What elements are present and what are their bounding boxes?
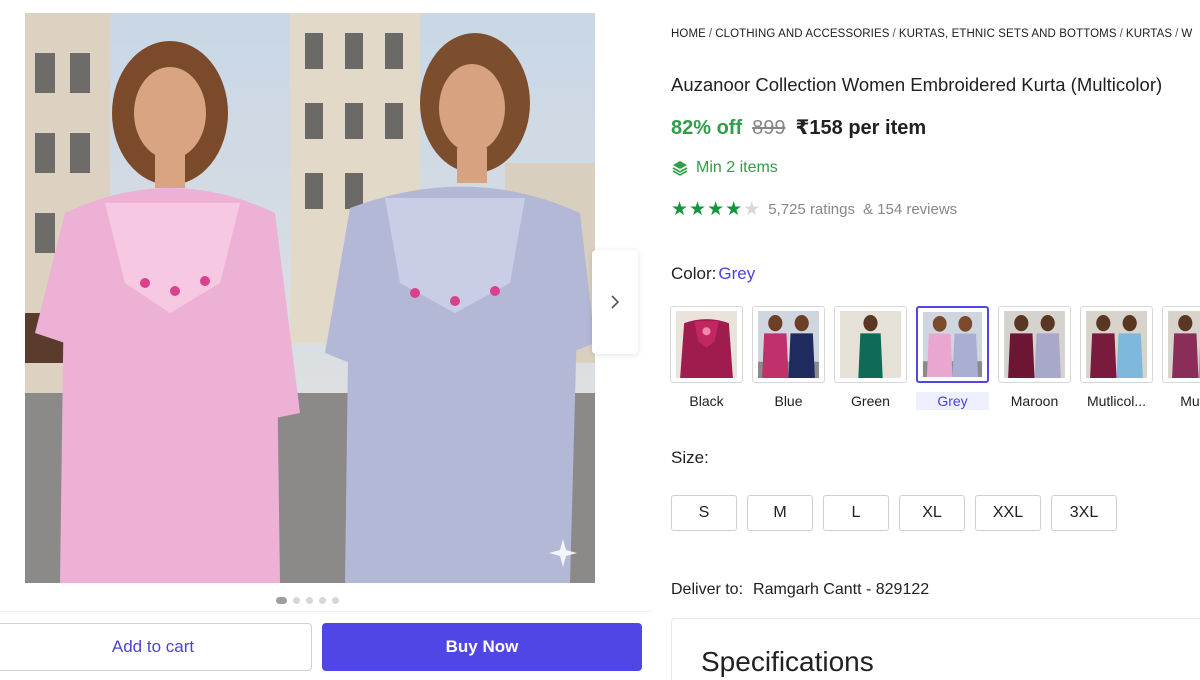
swatch-thumbnail — [670, 306, 743, 383]
delivery-address: Ramgarh Cantt - 829122 — [753, 581, 930, 598]
swatch-image — [922, 312, 983, 377]
breadcrumb-separator: / — [892, 28, 896, 40]
swatch-thumbnail — [834, 306, 907, 383]
rating-row[interactable]: ★ ★ ★ ★ ★ 5,725 ratings & 154 reviews — [671, 200, 957, 219]
breadcrumb-women[interactable]: W — [1181, 28, 1192, 40]
add-to-cart-button[interactable]: Add to cart — [0, 623, 312, 671]
color-label-text: Color: — [671, 264, 717, 283]
min-items-text: Min 2 items — [696, 159, 778, 176]
breadcrumb-clothing[interactable]: CLOTHING AND ACCESSORIES — [715, 28, 889, 40]
swatch-thumbnail — [1080, 306, 1153, 383]
product-photo — [25, 13, 595, 583]
swatch-label: Maroon — [1010, 393, 1059, 409]
breadcrumb-kurtas-ethnic[interactable]: KURTAS, ETHNIC SETS AND BOTTOMS — [899, 28, 1117, 40]
price-row: 82% off 899 ₹158 per item — [671, 115, 926, 140]
star-filled-icon: ★ — [725, 199, 743, 220]
star-empty-icon: ★ — [743, 199, 761, 220]
layers-icon — [672, 161, 688, 176]
selected-color: Grey — [718, 264, 756, 283]
buy-now-button[interactable]: Buy Now — [322, 623, 642, 671]
chevron-right-icon — [611, 295, 620, 309]
gallery-dot[interactable] — [293, 597, 300, 604]
star-filled-icon: ★ — [689, 199, 707, 220]
size-label: Size: — [671, 448, 709, 467]
gallery-dot[interactable] — [276, 597, 287, 604]
breadcrumb-kurtas[interactable]: KURTAS — [1126, 28, 1172, 40]
specifications-section[interactable]: Specifications — [671, 618, 1200, 680]
swatch-image — [676, 311, 737, 378]
swatch-label: Blue — [774, 393, 803, 409]
swatch-thumbnail — [752, 306, 825, 383]
breadcrumb-separator: / — [708, 28, 713, 40]
min-items-badge: Min 2 items — [671, 159, 778, 177]
color-swatch-blue[interactable]: Blue — [752, 306, 825, 410]
swatch-label: Grey — [916, 392, 989, 410]
size-option-s[interactable]: S — [671, 495, 737, 531]
gallery-dot[interactable] — [319, 597, 326, 604]
size-option-m[interactable]: M — [747, 495, 813, 531]
ratings-count: 5,725 ratings — [768, 201, 855, 218]
color-swatch-green[interactable]: Green — [834, 306, 907, 410]
color-label: Color: Grey — [671, 264, 755, 284]
color-swatch-multicolor-2[interactable]: Mutlic — [1162, 306, 1200, 410]
delivery-label: Deliver to: — [671, 581, 744, 598]
reviews-count: & 154 reviews — [862, 201, 958, 218]
swatch-image — [1086, 311, 1147, 378]
swatch-image — [1004, 311, 1065, 378]
swatch-thumbnail — [1162, 306, 1200, 383]
discount-percent: 82% off — [671, 117, 743, 139]
color-swatch-multicolor-1[interactable]: Mutlicol... — [1080, 306, 1153, 410]
color-swatches: Black Blue Green Grey Maroon Mutlicol...… — [670, 306, 1200, 410]
product-image-main[interactable] — [25, 13, 595, 583]
swatch-image — [758, 311, 819, 378]
breadcrumb-home[interactable]: HOME — [671, 28, 706, 40]
swatch-image — [840, 311, 901, 378]
breadcrumb-separator: / — [1119, 28, 1123, 40]
gallery-dot[interactable] — [332, 597, 339, 604]
breadcrumb-separator: / — [1175, 28, 1179, 40]
swatch-label: Mutlicol... — [1086, 393, 1147, 409]
selling-price: ₹158 per item — [795, 117, 927, 139]
swatch-thumbnail — [998, 306, 1071, 383]
size-option-xxl[interactable]: XXL — [975, 495, 1041, 531]
color-swatch-black[interactable]: Black — [670, 306, 743, 410]
original-price: 899 — [752, 117, 786, 139]
specifications-title: Specifications — [701, 646, 874, 677]
swatch-thumbnail — [916, 306, 989, 383]
swatch-label: Mutlic — [1180, 393, 1200, 409]
sparkle-icon — [549, 539, 577, 567]
breadcrumb: HOME / CLOTHING AND ACCESSORIES / KURTAS, ET… — [671, 28, 1192, 40]
color-swatch-maroon[interactable]: Maroon — [998, 306, 1071, 410]
swatch-label: Black — [689, 393, 724, 409]
gallery-dot[interactable] — [306, 597, 313, 604]
swatch-image — [1168, 311, 1200, 378]
action-bar: Add to cart Buy Now — [0, 611, 652, 680]
star-filled-icon: ★ — [707, 199, 725, 220]
swatch-label: Green — [851, 393, 890, 409]
size-option-xl[interactable]: XL — [899, 495, 965, 531]
color-swatch-grey[interactable]: Grey — [916, 306, 989, 410]
size-option-l[interactable]: L — [823, 495, 889, 531]
gallery-next-button[interactable] — [592, 250, 638, 354]
star-rating: ★ ★ ★ ★ ★ — [671, 200, 760, 219]
delivery-location[interactable]: Deliver to: Ramgarh Cantt - 829122 — [671, 581, 929, 599]
product-title: Auzanoor Collection Women Embroidered Ku… — [671, 74, 1163, 95]
star-filled-icon: ★ — [671, 199, 689, 220]
gallery-pagination-dots — [276, 597, 339, 604]
size-option-3xl[interactable]: 3XL — [1051, 495, 1117, 531]
size-options: S M L XL XXL 3XL — [671, 495, 1117, 531]
